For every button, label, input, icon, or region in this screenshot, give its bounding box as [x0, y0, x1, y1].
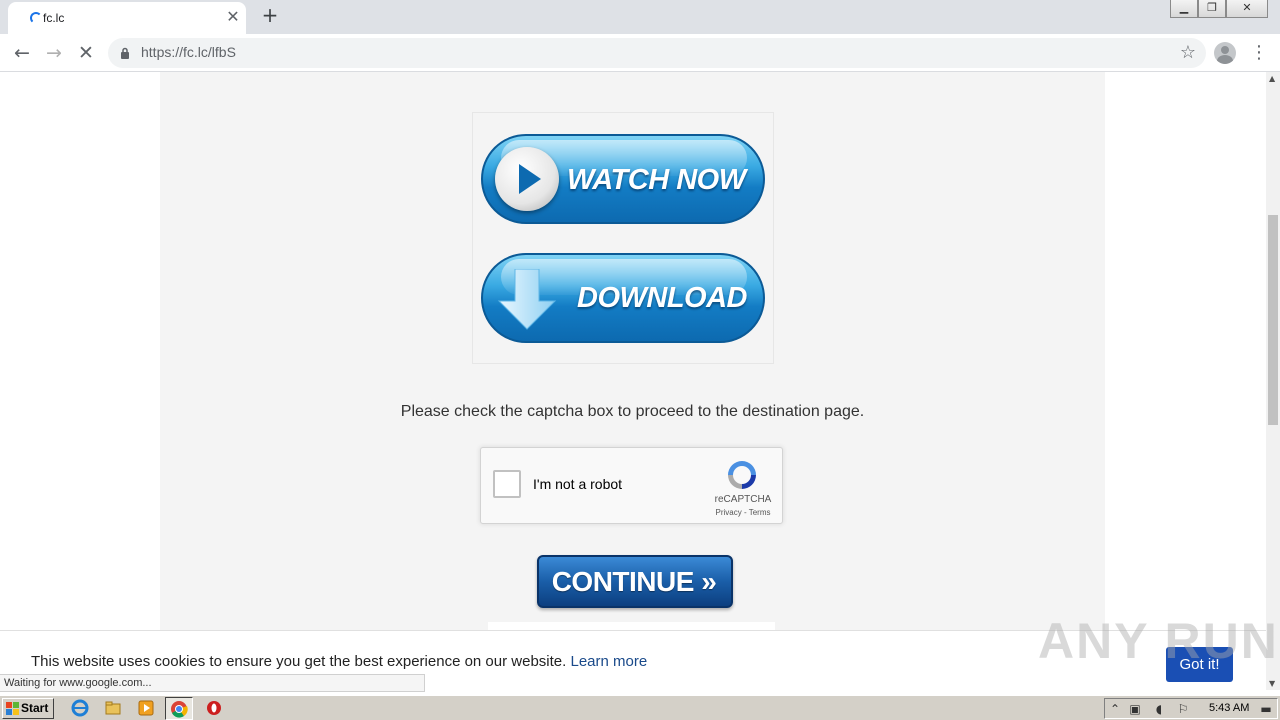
browser-toolbar: ← → ✕ https://fc.lc/lfbS ☆ ⋮ [0, 34, 1280, 72]
scroll-down-arrow-icon[interactable]: ▼ [1269, 679, 1275, 688]
recaptcha-logo-icon [728, 461, 756, 489]
flag-icon[interactable]: ⚐ [1176, 702, 1190, 716]
taskbar-chrome-active[interactable] [165, 697, 193, 720]
stop-loading-icon[interactable]: ✕ [74, 41, 98, 65]
scrollbar-thumb[interactable] [1268, 215, 1278, 425]
status-bubble: Waiting for www.google.com... [0, 674, 425, 692]
tab-title: fc.lc [43, 11, 65, 25]
windows-logo-icon [6, 702, 19, 715]
bookmark-star-icon[interactable]: ☆ [1180, 42, 1196, 64]
cookie-message: This website uses cookies to ensure you … [31, 653, 647, 670]
tab-active[interactable]: fc.lc ✕ [8, 2, 246, 34]
watch-now-label: WATCH NOW [567, 164, 746, 196]
minimize-icon[interactable]: ▁ [1170, 0, 1198, 18]
scroll-up-arrow-icon[interactable]: ▲ [1269, 74, 1275, 83]
download-label: DOWNLOAD [577, 282, 747, 314]
tray-clock[interactable]: 5:43 AM [1209, 702, 1249, 714]
file-explorer-icon[interactable] [104, 699, 122, 717]
forward-arrow-icon[interactable]: → [42, 41, 66, 65]
learn-more-link[interactable]: Learn more [570, 653, 647, 670]
watch-now-button[interactable]: WATCH NOW [481, 134, 765, 224]
kebab-menu-icon[interactable]: ⋮ [1250, 42, 1268, 64]
start-button[interactable]: Start [2, 698, 54, 719]
volume-icon[interactable]: ◖ [1152, 702, 1166, 716]
network-icon[interactable]: ▣ [1128, 702, 1142, 716]
recaptcha-links[interactable]: Privacy - Terms [703, 508, 783, 517]
cookie-text: This website uses cookies to ensure you … [31, 653, 567, 670]
recaptcha-label: I'm not a robot [533, 476, 623, 492]
internet-explorer-icon[interactable] [71, 699, 89, 717]
recaptcha-checkbox[interactable] [493, 470, 521, 498]
page-viewport: WATCH NOW DOWNLOAD Please check the capt… [0, 72, 1266, 690]
new-tab-plus-icon[interactable]: + [260, 5, 280, 25]
windows-taskbar: Start ⌃ ▣ ◖ ⚐ 5:43 AM ▬ [0, 695, 1280, 720]
loading-spinner-icon [30, 12, 42, 24]
chrome-icon [171, 701, 188, 718]
anyrun-watermark: ANY RUN [1038, 613, 1279, 669]
page-scrollbar[interactable]: ▲ ▼ [1266, 72, 1280, 690]
url-text: https://fc.lc/lfbS [141, 44, 236, 60]
tab-close-icon[interactable]: ✕ [224, 8, 242, 26]
profile-avatar-icon[interactable] [1214, 42, 1236, 64]
continue-label: CONTINUE » [551, 566, 717, 597]
continue-button[interactable]: CONTINUE » [537, 555, 733, 608]
window-controls: ▁ ❐ ✕ [1170, 0, 1268, 18]
media-player-icon[interactable] [137, 699, 155, 717]
start-label: Start [21, 701, 49, 715]
tab-strip: fc.lc ✕ + ▁ ❐ ✕ [0, 0, 1280, 34]
close-window-icon[interactable]: ✕ [1226, 0, 1268, 18]
captcha-instruction: Please check the captcha box to proceed … [400, 403, 865, 420]
recaptcha-widget: I'm not a robot reCAPTCHA Privacy - Term… [480, 447, 783, 524]
opera-icon[interactable] [205, 699, 223, 717]
show-desktop-icon[interactable]: ▬ [1259, 702, 1273, 716]
tray-expand-icon[interactable]: ⌃ [1108, 702, 1122, 716]
download-button[interactable]: DOWNLOAD [481, 253, 765, 343]
download-arrow-icon [497, 269, 557, 330]
restore-icon[interactable]: ❐ [1198, 0, 1226, 18]
recaptcha-brand: reCAPTCHA [714, 494, 772, 505]
system-tray: ⌃ ▣ ◖ ⚐ 5:43 AM ▬ [1104, 698, 1278, 719]
play-icon [495, 147, 559, 211]
back-arrow-icon[interactable]: ← [10, 41, 34, 65]
lock-icon [121, 47, 129, 59]
promo-buttons-box: WATCH NOW DOWNLOAD [472, 112, 774, 364]
address-bar[interactable]: https://fc.lc/lfbS ☆ [108, 38, 1206, 68]
